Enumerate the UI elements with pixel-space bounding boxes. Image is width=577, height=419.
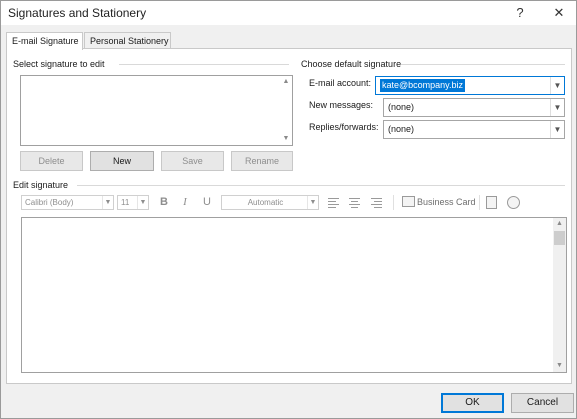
- new-messages-label: New messages:: [309, 100, 374, 110]
- chevron-down-icon[interactable]: ▼: [550, 99, 564, 116]
- email-account-select[interactable]: kate@bcompany.biz ▼: [375, 76, 565, 95]
- email-account-value: kate@bcompany.biz: [380, 79, 466, 92]
- chevron-down-icon[interactable]: ▼: [550, 77, 564, 94]
- toolbar-separator: [393, 195, 394, 210]
- new-button[interactable]: New: [90, 151, 154, 171]
- scroll-thumb[interactable]: [554, 231, 565, 245]
- tab-personal-stationery[interactable]: Personal Stationery: [84, 32, 171, 49]
- align-right-icon[interactable]: [371, 195, 385, 210]
- divider: [119, 64, 289, 65]
- ok-button[interactable]: OK: [441, 393, 504, 413]
- select-signature-heading: Select signature to edit: [13, 59, 105, 69]
- signatures-dialog: Signatures and Stationery ? ✕ E-mail Sig…: [0, 0, 577, 419]
- tab-panel: Select signature to edit ▲ ▼ Delete New …: [6, 48, 572, 384]
- cancel-button[interactable]: Cancel: [511, 393, 574, 413]
- signature-editor[interactable]: ▲ ▼: [21, 217, 567, 373]
- chevron-down-icon[interactable]: ▼: [307, 196, 318, 209]
- scroll-down-icon[interactable]: ▼: [553, 360, 566, 372]
- help-button[interactable]: ?: [507, 3, 533, 23]
- insert-hyperlink-icon[interactable]: [507, 196, 520, 209]
- chevron-down-icon[interactable]: ▼: [137, 196, 148, 209]
- signature-list-scrollbar[interactable]: ▲ ▼: [280, 76, 292, 145]
- signature-list[interactable]: ▲ ▼: [20, 75, 293, 146]
- title-bar: Signatures and Stationery ? ✕: [1, 1, 576, 25]
- font-color-select[interactable]: Automatic ▼: [221, 195, 319, 210]
- bold-icon[interactable]: B: [157, 195, 171, 210]
- align-left-icon[interactable]: [328, 195, 342, 210]
- close-button[interactable]: ✕: [546, 3, 572, 23]
- edit-signature-heading: Edit signature: [13, 180, 69, 190]
- chevron-down-icon[interactable]: ▼: [102, 196, 113, 209]
- divider: [401, 64, 565, 65]
- save-button[interactable]: Save: [161, 151, 224, 171]
- italic-icon[interactable]: I: [178, 195, 192, 210]
- business-card-icon: [402, 196, 415, 207]
- business-card-button[interactable]: Business Card: [417, 197, 476, 207]
- default-signature-heading: Choose default signature: [301, 59, 402, 69]
- dialog-title: Signatures and Stationery: [8, 6, 147, 20]
- underline-icon[interactable]: U: [200, 195, 214, 210]
- new-messages-value: (none): [388, 102, 415, 112]
- new-messages-select[interactable]: (none) ▼: [383, 98, 565, 117]
- email-account-label: E-mail account:: [309, 78, 372, 88]
- toolbar-separator: [479, 195, 480, 210]
- divider: [77, 185, 565, 186]
- font-select[interactable]: Calibri (Body) ▼: [21, 195, 114, 210]
- scroll-down-icon[interactable]: ▼: [280, 133, 292, 145]
- replies-forwards-label: Replies/forwards:: [309, 122, 379, 132]
- replies-forwards-select[interactable]: (none) ▼: [383, 120, 565, 139]
- chevron-down-icon[interactable]: ▼: [550, 121, 564, 138]
- editor-scrollbar[interactable]: ▲ ▼: [553, 218, 566, 372]
- font-size-value: 11: [121, 198, 130, 207]
- replies-forwards-value: (none): [388, 124, 415, 134]
- scroll-up-icon[interactable]: ▲: [280, 76, 292, 88]
- font-value: Calibri (Body): [25, 198, 74, 207]
- scroll-up-icon[interactable]: ▲: [553, 218, 566, 230]
- font-size-select[interactable]: 11 ▼: [117, 195, 149, 210]
- font-color-value: Automatic: [247, 198, 284, 207]
- delete-button[interactable]: Delete: [20, 151, 83, 171]
- insert-picture-icon[interactable]: [486, 196, 497, 209]
- align-center-icon[interactable]: [349, 195, 363, 210]
- rename-button[interactable]: Rename: [231, 151, 293, 171]
- tab-email-signature[interactable]: E-mail Signature: [6, 32, 83, 50]
